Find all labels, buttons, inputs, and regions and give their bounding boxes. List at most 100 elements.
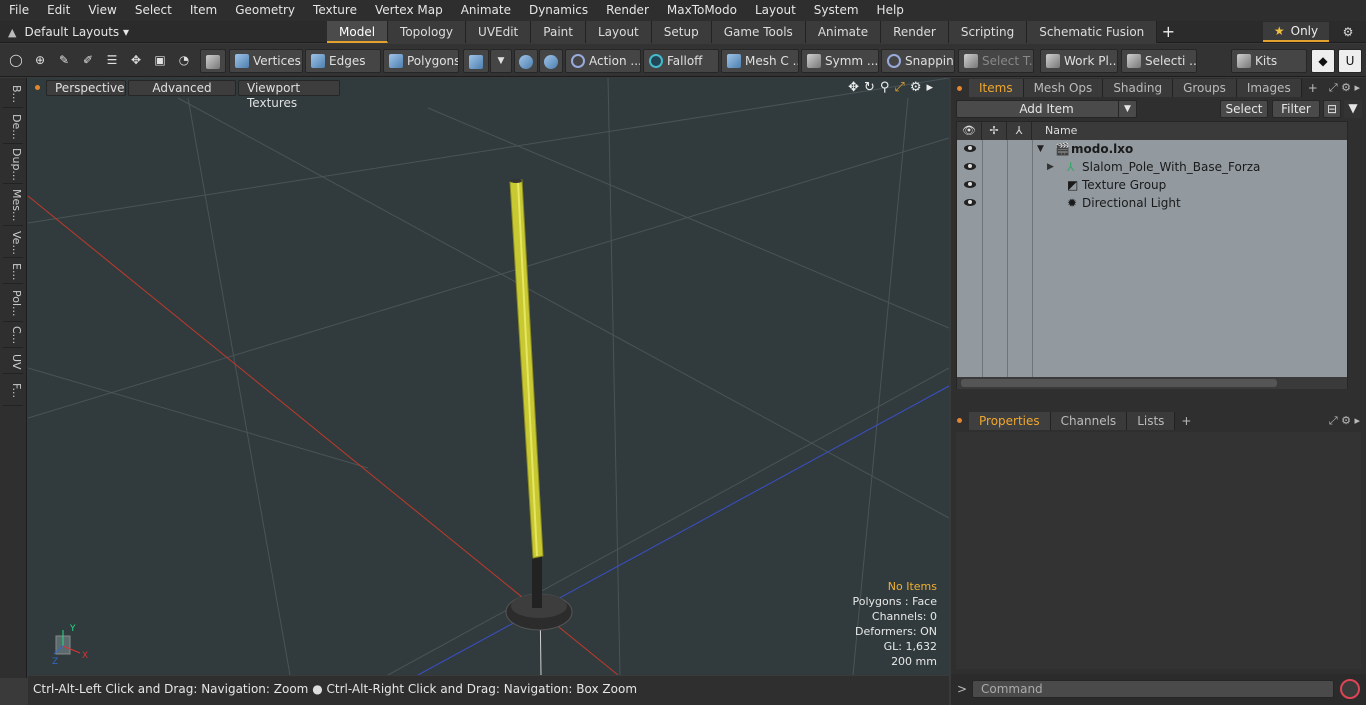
- symmetry-button[interactable]: Symm ...: [801, 49, 879, 73]
- visibility-col-icon[interactable]: 👁: [957, 122, 982, 140]
- menu-system[interactable]: System: [805, 0, 868, 21]
- left-tab-duplicate[interactable]: Dup...: [3, 146, 23, 184]
- menu-animate[interactable]: Animate: [452, 0, 520, 21]
- tab-scripting[interactable]: Scripting: [948, 21, 1028, 43]
- viewport-settings-icon[interactable]: ⚙: [910, 80, 922, 95]
- viewport-scene[interactable]: Y X Z: [28, 78, 949, 675]
- left-tab-curve[interactable]: C...: [3, 324, 23, 348]
- edges-button[interactable]: Edges: [305, 49, 381, 73]
- item-mode-icon[interactable]: [200, 49, 226, 73]
- vertices-button[interactable]: Vertices: [229, 49, 303, 73]
- viewport-menu-dot[interactable]: [35, 85, 40, 90]
- menu-render[interactable]: Render: [597, 0, 658, 21]
- item-row-mesh[interactable]: ▶ ⅄ Slalom_Pole_With_Base_Forza: [957, 158, 1347, 176]
- material-icon[interactable]: [463, 49, 489, 73]
- add-tab-icon[interactable]: +: [1157, 21, 1179, 43]
- tab-paint[interactable]: Paint: [531, 21, 586, 43]
- tab-topology[interactable]: Topology: [388, 21, 467, 43]
- snap-sphere-icon[interactable]: [539, 49, 563, 73]
- tab-animate[interactable]: Animate: [805, 21, 882, 43]
- unity-icon[interactable]: ◆: [1311, 49, 1335, 73]
- gear-icon[interactable]: ⚙: [1336, 22, 1360, 42]
- tab-lists[interactable]: Lists: [1127, 412, 1176, 430]
- expand-down-icon[interactable]: ▼: [1037, 140, 1044, 158]
- tab-layout[interactable]: Layout: [585, 21, 652, 43]
- layouts-selector[interactable]: ▲ Default Layouts ▾: [8, 21, 129, 43]
- props-corner-icons[interactable]: ⤢ ⚙ ▸: [1329, 414, 1360, 428]
- transform-icon[interactable]: ✥: [124, 49, 148, 73]
- menu-dynamics[interactable]: Dynamics: [520, 0, 597, 21]
- render-col-icon[interactable]: ⅄: [1007, 122, 1032, 140]
- brush-icon[interactable]: ✐: [76, 49, 100, 73]
- collapse-icon[interactable]: ▲: [8, 26, 16, 39]
- menu-edit[interactable]: Edit: [38, 0, 79, 21]
- add-item-dropdown-icon[interactable]: ▼: [1118, 101, 1136, 117]
- visibility-eye-icon[interactable]: [964, 163, 976, 170]
- tab-model[interactable]: Model: [327, 21, 389, 43]
- funnel-icon[interactable]: ▼: [1344, 100, 1362, 118]
- menu-maxtomodo[interactable]: MaxToModo: [658, 0, 746, 21]
- tab-uvedit[interactable]: UVEdit: [466, 21, 532, 43]
- left-tab-fusion[interactable]: F...: [3, 376, 23, 406]
- visibility-eye-icon[interactable]: [964, 181, 976, 188]
- visibility-eye-icon[interactable]: [964, 145, 976, 152]
- panel-corner-icons[interactable]: ⤢ ⚙ ▸: [1329, 81, 1360, 95]
- menu-view[interactable]: View: [79, 0, 125, 21]
- menu-vertex-map[interactable]: Vertex Map: [366, 0, 452, 21]
- command-input[interactable]: Command: [972, 680, 1334, 698]
- expand-arrow-icon[interactable]: ▸: [926, 80, 933, 95]
- only-toggle[interactable]: ★ Only: [1263, 22, 1329, 42]
- left-tab-basic[interactable]: B...: [3, 82, 23, 108]
- tab-items[interactable]: Items: [969, 79, 1024, 97]
- falloff-button[interactable]: Falloff: [643, 49, 719, 73]
- perspective-button[interactable]: Perspective: [46, 80, 126, 96]
- work-plane-button[interactable]: Work Pl...: [1040, 49, 1118, 73]
- scroll-thumb[interactable]: [961, 379, 1277, 387]
- polygons-button[interactable]: Polygons: [383, 49, 459, 73]
- menu-select[interactable]: Select: [126, 0, 181, 21]
- left-tab-mesh-edit[interactable]: Mes...: [3, 186, 23, 226]
- record-macro-icon[interactable]: [1340, 679, 1360, 699]
- boxed-circle-icon[interactable]: ▣: [148, 49, 172, 73]
- move-view-icon[interactable]: ✥: [848, 80, 859, 95]
- select-through-button[interactable]: Select T...: [958, 49, 1034, 73]
- chevron-down-icon[interactable]: ▼: [490, 49, 512, 73]
- add-item-button[interactable]: Add Item ▼: [956, 100, 1137, 118]
- horizontal-scrollbar[interactable]: [957, 377, 1347, 389]
- globe-icon[interactable]: ⊕: [28, 49, 52, 73]
- left-tab-polygon[interactable]: Pol...: [3, 286, 23, 322]
- item-row-texture-group[interactable]: ◩ Texture Group: [957, 176, 1347, 194]
- clock-icon[interactable]: ◔: [172, 49, 196, 73]
- tab-render[interactable]: Render: [881, 21, 949, 43]
- filter-button[interactable]: Filter: [1272, 100, 1320, 118]
- left-tab-uv[interactable]: UV: [3, 350, 23, 374]
- name-column-header[interactable]: Name: [1032, 122, 1347, 140]
- tab-setup[interactable]: Setup: [651, 21, 712, 43]
- visibility-eye-icon[interactable]: [964, 199, 976, 206]
- pole-stem[interactable]: [532, 556, 542, 608]
- tab-groups[interactable]: Groups: [1173, 79, 1237, 97]
- maximize-view-icon[interactable]: ⤢: [894, 80, 904, 95]
- mesh-constraints-button[interactable]: Mesh C ...: [721, 49, 799, 73]
- menu-file[interactable]: File: [0, 0, 38, 21]
- menu-help[interactable]: Help: [868, 0, 913, 21]
- select-button[interactable]: Select: [1220, 100, 1268, 118]
- select-mode-icon[interactable]: ◯: [4, 49, 28, 73]
- kits-button[interactable]: Kits: [1231, 49, 1307, 73]
- align-icon[interactable]: ☰: [100, 49, 124, 73]
- left-tab-deform[interactable]: De...: [3, 110, 23, 144]
- add-panel-tab-icon[interactable]: +: [1302, 81, 1324, 95]
- menu-layout[interactable]: Layout: [746, 0, 805, 21]
- tab-game-tools[interactable]: Game Tools: [711, 21, 806, 43]
- rotate-view-icon[interactable]: ↻: [864, 80, 875, 95]
- tab-shading[interactable]: Shading: [1103, 79, 1174, 97]
- item-row-light[interactable]: ✹ Directional Light: [957, 194, 1347, 212]
- menu-geometry[interactable]: Geometry: [226, 0, 304, 21]
- lock-col-icon[interactable]: ✢: [982, 122, 1007, 140]
- selection-sets-button[interactable]: Selecti ...: [1121, 49, 1197, 73]
- zoom-view-icon[interactable]: ⚲: [880, 80, 890, 95]
- pen-icon[interactable]: ✎: [52, 49, 76, 73]
- item-row-scene[interactable]: ▼ 🎬 modo.lxo: [957, 140, 1347, 158]
- left-tab-edge[interactable]: E...: [3, 260, 23, 284]
- tab-channels[interactable]: Channels: [1050, 412, 1128, 430]
